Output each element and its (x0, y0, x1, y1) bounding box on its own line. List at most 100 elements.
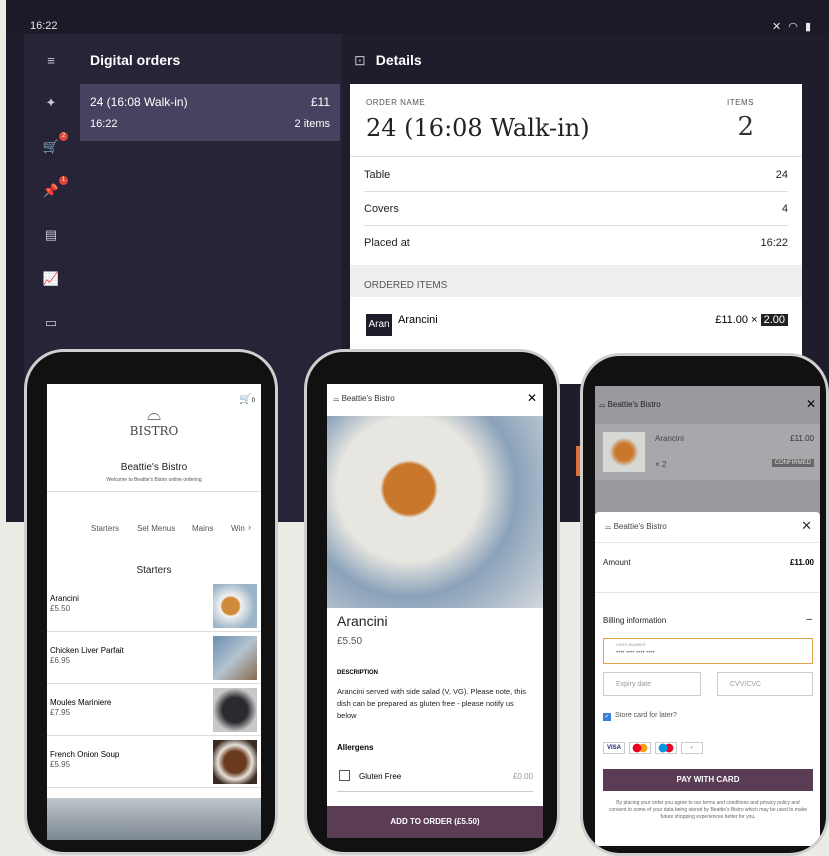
cart-item-name: Arancini (655, 434, 684, 443)
cart-icon[interactable]: 🛒 2 (40, 132, 68, 158)
menu-item[interactable]: Arancini £5.50 (47, 580, 261, 632)
modal-close-icon[interactable]: ✕ (801, 518, 812, 534)
collapse-icon[interactable]: – (806, 614, 812, 625)
dish-screen: ⌓ Beattie's Bistro ✕ Arancini £5.50 DESC… (327, 384, 543, 838)
expiry-field[interactable]: Expiry date (603, 672, 701, 696)
dish-header: ⌓ Beattie's Bistro (333, 394, 395, 404)
menu-item-image (213, 740, 257, 784)
mastercard-icon (629, 742, 651, 754)
chevron-right-icon[interactable]: › (248, 522, 251, 532)
section-title: Starters (136, 565, 172, 576)
allergens-label: Allergens (337, 743, 374, 752)
menu-item-name: French Onion Soup (50, 750, 120, 759)
status-bar: 16:22 ✕ ◠ ▮ (6, 0, 829, 34)
dish-image (327, 416, 543, 608)
cloche-icon: ⌓ (146, 404, 162, 424)
order-amount: £11 (310, 95, 330, 109)
menu-item-name: Moules Mariniere (50, 698, 112, 707)
item-thumbnail: Aran (366, 314, 392, 336)
gluten-free-checkbox[interactable] (339, 770, 350, 781)
menu-icon[interactable]: ≡ (40, 50, 62, 72)
cart-item: Arancini £11.00 × 2 CONFIRMED (595, 424, 820, 480)
detail-row-covers: Covers 4 (364, 192, 788, 226)
dish-name: Arancini (337, 613, 388, 629)
cvv-field[interactable]: CVV/CVC (717, 672, 813, 696)
store-card-checkbox[interactable]: ✓ (603, 713, 611, 721)
menu-item-name: Arancini (50, 594, 79, 603)
status-time: 16:22 (30, 20, 58, 32)
row-label: Covers (364, 203, 399, 215)
item-price-text: £11.00 × (715, 314, 758, 326)
menu-item-name: Chicken Liver Parfait (50, 646, 124, 655)
items-count: 2 (737, 112, 754, 142)
phone-menu: 🛒0 ⌓ BISTRO Beattie's Bistro Welcome to … (24, 349, 278, 855)
menu-item-image (213, 636, 257, 680)
card-number-field[interactable]: CARD NUMBER •••• •••• •••• •••• (603, 638, 813, 664)
welcome-text: Welcome to Beattie's Bistro online order… (106, 477, 202, 483)
card-number-placeholder: •••• •••• •••• •••• (616, 650, 655, 656)
add-to-order-button[interactable]: ADD TO ORDER (£5.50) (327, 806, 543, 838)
cart-item-price: £11.00 (790, 434, 814, 443)
menu-item[interactable]: Moules Mariniere £7.95 (47, 684, 261, 736)
close-icon[interactable]: ✕ (806, 397, 816, 411)
menu-item-price: £7.95 (50, 708, 71, 717)
tab-wine[interactable]: Win (231, 524, 245, 533)
order-name-value: 24 (16:08 Walk-in) (366, 114, 590, 142)
order-card[interactable]: 24 (16:08 Walk-in) £11 16:22 2 items (80, 84, 340, 141)
item-price: £11.00 × 2.00 (715, 314, 788, 326)
item-name: Arancini (398, 314, 438, 326)
tab-mains[interactable]: Mains (192, 524, 213, 533)
order-name-label: ORDER NAME (366, 98, 426, 107)
payment-header: ⌓ Beattie's Bistro (599, 400, 661, 410)
logo-text: BISTRO (129, 424, 179, 438)
phone-payment: ⌓ Beattie's Bistro ✕ Arancini £11.00 × 2… (580, 353, 829, 856)
card-number-label: CARD NUMBER (616, 642, 646, 647)
payment-header-title: Beattie's Bistro (607, 400, 661, 409)
tab-set-menus[interactable]: Set Menus (137, 524, 175, 533)
phone-notch (665, 356, 749, 378)
legal-text: By placing your order you agree to our t… (609, 800, 808, 820)
orders-list-title: Digital orders (90, 52, 181, 68)
phone-dish: ⌓ Beattie's Bistro ✕ Arancini £5.50 DESC… (304, 349, 560, 855)
tab-starters[interactable]: Starters (91, 524, 119, 533)
close-icon[interactable]: ✕ (527, 391, 537, 405)
cart-item-qty: × 2 (655, 460, 667, 469)
payment-modal: ⌓ Beattie's Bistro ✕ Amount £11.00 Billi… (595, 512, 820, 846)
menu-item-price: £5.95 (50, 760, 71, 769)
menu-item-image (213, 584, 257, 628)
menu-item[interactable]: Chicken Liver Parfait £6.95 (47, 632, 261, 684)
phone-notch (393, 352, 477, 374)
ordered-item-row[interactable]: Aran Arancini £11.00 × 2.00 (364, 310, 788, 340)
visa-icon: VISA (603, 742, 625, 754)
pay-with-card-button[interactable]: PAY WITH CARD (603, 769, 813, 791)
analytics-icon[interactable]: 📈 (40, 268, 62, 290)
dashboard-icon[interactable]: ✦ (40, 92, 62, 114)
cart-item-image (603, 432, 645, 472)
orders-badge: 2 (59, 132, 68, 141)
dish-price: £5.50 (337, 636, 363, 647)
phone-bottom (47, 798, 261, 840)
dish-header-title: Beattie's Bistro (341, 394, 395, 403)
menu-item[interactable]: French Onion Soup £5.95 (47, 736, 261, 788)
inbox-icon[interactable]: ▭ (40, 312, 62, 334)
restaurant-name: Beattie's Bistro (120, 462, 188, 473)
list-icon[interactable]: ▤ (40, 224, 62, 246)
order-time: 16:22 (90, 118, 118, 130)
status-badge: CONFIRMED (771, 459, 814, 467)
store-card-label: Store card for later? (615, 712, 677, 719)
row-label: Table (364, 169, 391, 181)
dish-description: Arancini served with side salad (V, VG).… (337, 687, 526, 720)
pin-badge: 1 (59, 176, 68, 185)
amex-icon: ✓ (681, 742, 703, 754)
detail-row-table: Table 24 (364, 158, 788, 192)
row-value: 24 (775, 169, 788, 181)
amount-value: £11.00 (789, 558, 814, 567)
order-count: 2 items (294, 118, 330, 130)
allergen-name: Gluten Free (359, 772, 402, 781)
row-value: 4 (781, 203, 788, 215)
menu-item-price: £5.50 (50, 604, 71, 613)
details-header: ⊡ Details (354, 52, 432, 69)
menu-screen: 🛒0 ⌓ BISTRO Beattie's Bistro Welcome to … (47, 384, 261, 798)
details-card: ORDER NAME ITEMS 24 (16:08 Walk-in) 2 Ta… (350, 84, 802, 384)
pin-icon[interactable]: 📌 1 (40, 176, 68, 202)
